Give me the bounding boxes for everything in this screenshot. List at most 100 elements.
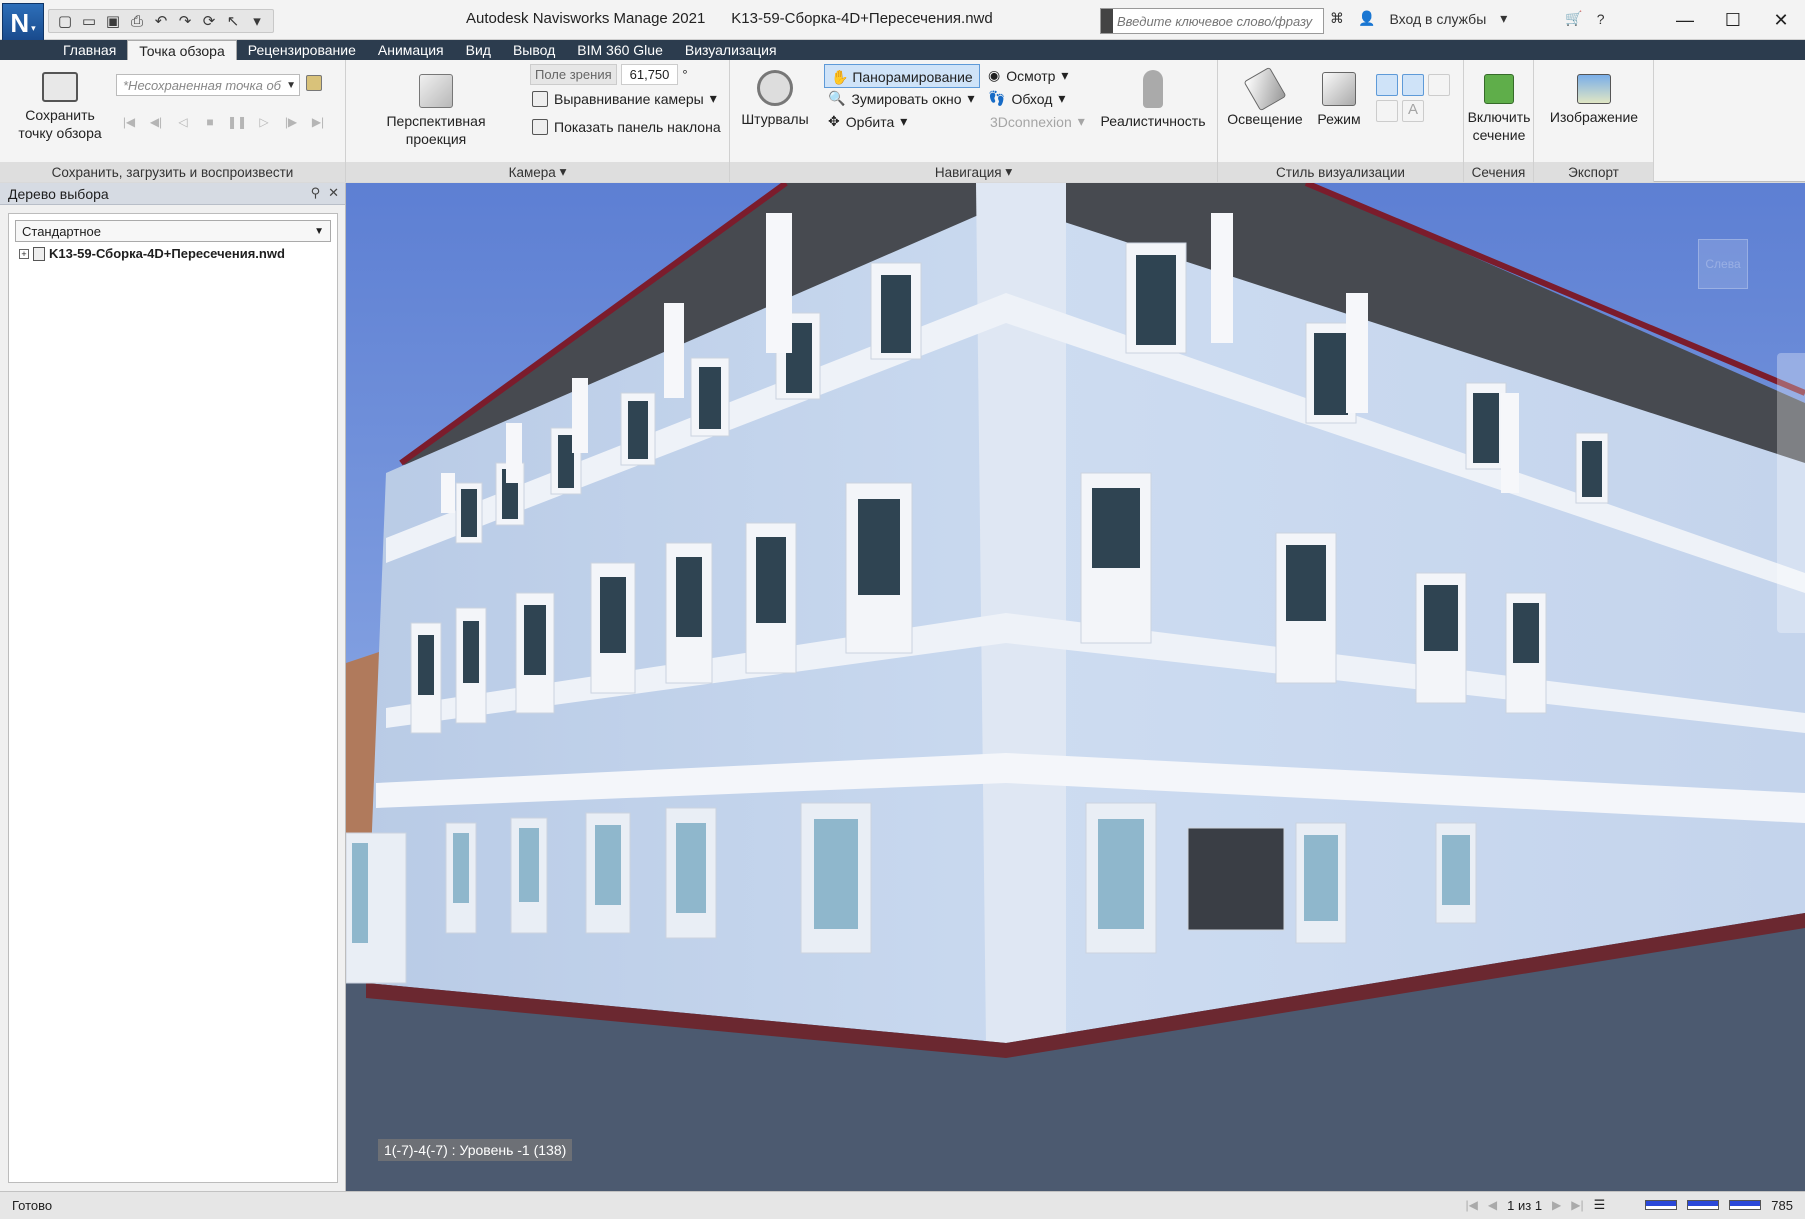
tab-review[interactable]: Рецензирование xyxy=(237,40,367,60)
tab-render[interactable]: Визуализация xyxy=(674,40,788,60)
cart-icon[interactable]: 🛒 xyxy=(1565,10,1582,27)
undo-icon[interactable]: ↶ xyxy=(151,12,171,30)
refresh-icon[interactable]: ⟳ xyxy=(199,12,219,30)
tab-output[interactable]: Вывод xyxy=(502,40,566,60)
binoculars-icon[interactable]: ⌘ xyxy=(1330,10,1344,27)
new-file-icon[interactable]: ▢ xyxy=(55,12,75,30)
show-tilt-button[interactable]: Показать панель наклона xyxy=(532,119,721,135)
save-viewpoint-label: Сохранить точку обзора xyxy=(18,107,102,141)
text-icon[interactable]: A xyxy=(1402,100,1424,122)
align-camera-icon xyxy=(532,90,548,107)
next-sheet-icon[interactable]: ▶ xyxy=(1552,1198,1561,1212)
mode-button[interactable]: Режим xyxy=(1314,66,1364,128)
step-back-icon[interactable]: ◀| xyxy=(145,112,167,132)
print-icon[interactable]: ⎙ xyxy=(127,12,147,30)
tab-home[interactable]: Главная xyxy=(52,40,127,60)
selection-tree-body: Стандартное ▼ + K13-59-Сборка-4D+Пересече… xyxy=(8,213,338,1183)
panel-sections: Включить сечение Сечения xyxy=(1464,60,1534,182)
sign-in-link[interactable]: Вход в службы xyxy=(1389,11,1486,27)
viewpoint-combo[interactable]: *Несохраненная точка об ▼ xyxy=(116,74,300,96)
pause-icon[interactable]: ❚❚ xyxy=(226,112,248,132)
perspective-button[interactable]: Перспективная проекция xyxy=(356,66,516,148)
close-icon[interactable]: ✕ xyxy=(1757,0,1805,40)
pin-icon[interactable]: ⚲ xyxy=(311,185,321,201)
search-grip xyxy=(1101,9,1113,33)
steering-wheels-button[interactable]: Штурвалы xyxy=(740,66,810,128)
selection-tree-panel: Дерево выбора ⚲ ✕ Стандартное ▼ + K13-59-С… xyxy=(0,183,346,1191)
play-icon[interactable]: ▷ xyxy=(253,112,275,132)
last-sheet-icon[interactable]: ▶| xyxy=(1571,1198,1583,1212)
fov-input[interactable]: 61,750 xyxy=(620,64,679,85)
stop-icon[interactable]: ■ xyxy=(199,112,221,132)
file-icon xyxy=(33,246,45,261)
orbit-button[interactable]: ✥ Орбита ▾ xyxy=(828,113,907,130)
walk-icon: 👣 xyxy=(988,90,1006,106)
save-icon[interactable]: ▣ xyxy=(103,12,123,30)
tree-root-item[interactable]: + K13-59-Сборка-4D+Пересечения.nwd xyxy=(19,246,337,261)
mode-label: Режим xyxy=(1317,111,1361,127)
3d-viewport[interactable]: Слева 1(-7)-4(-7) : Уровень -1 (138) xyxy=(346,183,1805,1191)
realism-button[interactable]: Реалистичность xyxy=(1100,66,1206,130)
zoom-window-button[interactable]: 🔍 Зумировать окно ▾ xyxy=(828,90,975,107)
look-around-button[interactable]: ◉ Осмотр ▾ xyxy=(988,67,1068,84)
viewpoint-manage-icon[interactable] xyxy=(306,75,322,91)
expand-icon[interactable]: + xyxy=(19,248,29,259)
customize-qat-icon[interactable]: ▾ xyxy=(247,12,267,30)
redo-icon[interactable]: ↷ xyxy=(175,12,195,30)
minimize-icon[interactable]: — xyxy=(1661,0,1709,40)
save-viewpoint-button[interactable]: Сохранить точку обзора xyxy=(10,66,110,142)
align-camera-button[interactable]: Выравнивание камеры ▾ xyxy=(532,90,717,107)
walk-button[interactable]: 👣 Обход ▾ xyxy=(988,90,1065,107)
pan-button[interactable]: ✋ Панорамирование xyxy=(824,64,980,88)
tree-mode-select[interactable]: Стандартное ▼ xyxy=(15,220,331,242)
panel-title-camera: Камера ▾ xyxy=(346,162,729,182)
step-forward-icon[interactable]: |▶ xyxy=(280,112,302,132)
building-render xyxy=(346,183,1805,1191)
steering-label: Штурвалы xyxy=(741,111,809,127)
render-toggles-2: A xyxy=(1376,100,1424,122)
status-right: |◀ ◀ 1 из 1 ▶ ▶| ☰ 785 xyxy=(1466,1197,1793,1213)
select-cursor-icon[interactable]: ↖ xyxy=(223,12,243,30)
panel-title-style: Стиль визуализации xyxy=(1218,162,1463,182)
tab-viewpoint[interactable]: Точка обзора xyxy=(127,40,237,60)
sheet-browser-icon[interactable]: ☰ xyxy=(1594,1197,1606,1213)
lines-icon[interactable] xyxy=(1402,74,1424,96)
prev-sheet-icon[interactable]: ◀ xyxy=(1488,1198,1497,1212)
image-label: Изображение xyxy=(1549,109,1639,125)
play-back-icon[interactable]: ◁ xyxy=(172,112,194,132)
status-bar: Готово |◀ ◀ 1 из 1 ▶ ▶| ☰ 785 xyxy=(0,1191,1805,1219)
tab-view[interactable]: Вид xyxy=(455,40,502,60)
help-icon[interactable]: ? xyxy=(1597,11,1605,27)
viewcube[interactable]: Слева xyxy=(1684,231,1774,311)
first-sheet-icon[interactable]: |◀ xyxy=(1466,1198,1478,1212)
selection-tree-header: Дерево выбора ⚲ ✕ xyxy=(0,183,345,205)
coordinate-label: 1(-7)-4(-7) : Уровень -1 (138) xyxy=(378,1139,573,1161)
tab-bim360[interactable]: BIM 360 Glue xyxy=(566,40,674,60)
surfaces-icon[interactable] xyxy=(1376,74,1398,96)
application-menu-button[interactable]: N ▾ xyxy=(2,3,44,43)
flashlight-icon xyxy=(1243,66,1287,112)
enable-section-button[interactable]: Включить сечение xyxy=(1466,66,1532,144)
navigation-bar[interactable] xyxy=(1777,353,1805,633)
image-icon xyxy=(1577,74,1611,104)
first-frame-icon[interactable]: |◀ xyxy=(118,112,140,132)
field-of-view: Поле зрения 61,750 ° xyxy=(530,64,688,85)
lighting-button[interactable]: Освещение xyxy=(1224,66,1306,128)
connexion-button[interactable]: 3Dconnexion ▾ xyxy=(990,113,1085,130)
open-file-icon[interactable]: ▭ xyxy=(79,12,99,30)
sheet-counter: 1 из 1 xyxy=(1507,1197,1543,1213)
panel-title-sections: Сечения xyxy=(1464,162,1533,182)
snap-points-icon[interactable] xyxy=(1376,100,1398,122)
search-input[interactable] xyxy=(1113,13,1313,29)
viewcube-face[interactable]: Слева xyxy=(1698,239,1748,289)
progress-indicator-3 xyxy=(1729,1200,1762,1210)
window-controls: — ☐ ✕ xyxy=(1661,0,1805,40)
maximize-icon[interactable]: ☐ xyxy=(1709,0,1757,40)
image-export-button[interactable]: Изображение xyxy=(1544,66,1644,126)
close-panel-icon[interactable]: ✕ xyxy=(328,185,339,201)
points-icon[interactable] xyxy=(1428,74,1450,96)
quick-access-toolbar: ▢ ▭ ▣ ⎙ ↶ ↷ ⟳ ↖ ▾ xyxy=(48,9,274,33)
tab-animation[interactable]: Анимация xyxy=(367,40,455,60)
last-frame-icon[interactable]: ▶| xyxy=(307,112,329,132)
chevron-down-icon[interactable]: ▾ xyxy=(1500,10,1507,27)
